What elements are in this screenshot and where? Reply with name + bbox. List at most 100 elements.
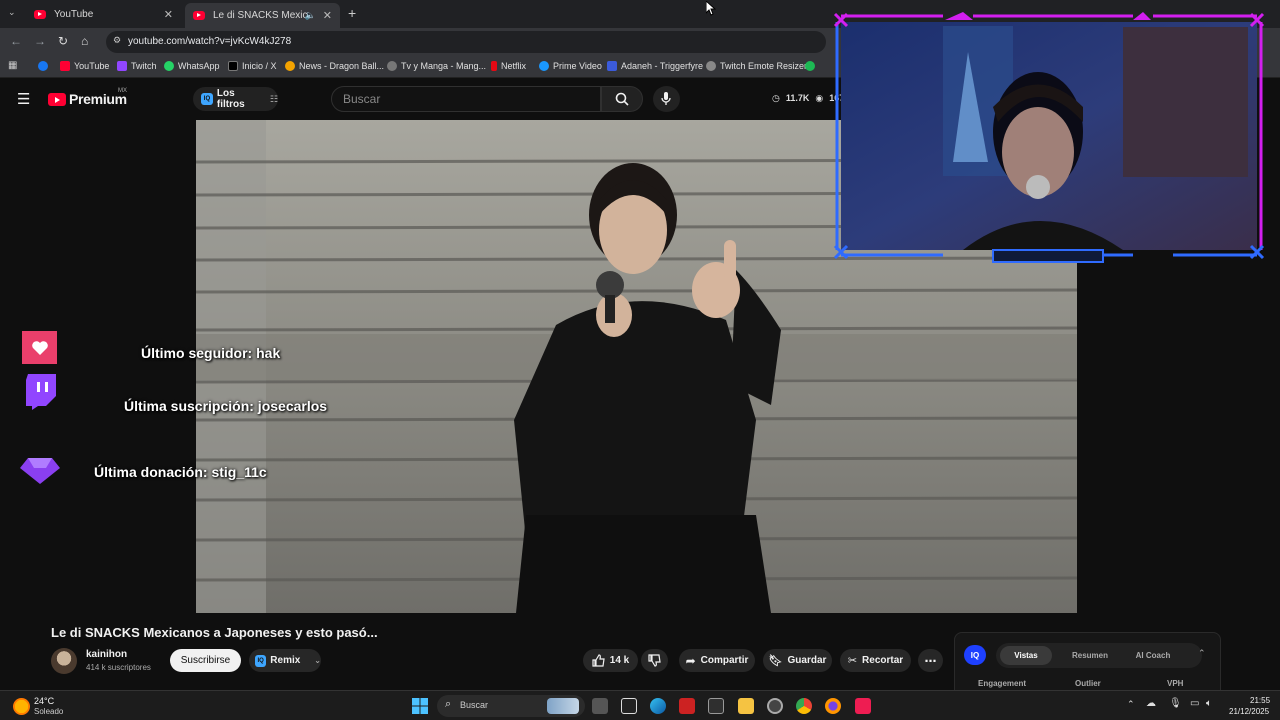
subscribe-button[interactable]: Suscribirse — [170, 649, 241, 672]
dragonball-icon — [285, 61, 295, 71]
last-donation-label: Última donación: stig_11c — [94, 464, 267, 480]
subscriber-count: 414 k suscriptores — [86, 663, 151, 672]
mouse-cursor-icon — [706, 1, 716, 16]
twitch-alert-icon — [24, 374, 58, 410]
bookmark-adaneh[interactable]: Adaneh - Triggerfyre — [607, 61, 703, 71]
bookmark-facebook[interactable] — [38, 61, 52, 71]
menu-icon[interactable]: ☰ — [17, 90, 30, 108]
bookmark-label: News - Dragon Ball... — [299, 61, 385, 71]
eye-icon: ◉ — [815, 93, 824, 103]
stat-value: 11.7K — [785, 93, 810, 103]
mic-tray-icon[interactable]: 🎙︎ — [1169, 698, 1182, 709]
volume-icon[interactable]: 🔈︎ — [1206, 698, 1212, 709]
clip-button[interactable]: ✂ Recortar — [840, 649, 911, 672]
edge-icon[interactable] — [650, 698, 666, 714]
chrome-icon[interactable] — [796, 698, 812, 714]
chevron-up-icon[interactable]: ⌃ — [1198, 648, 1206, 659]
speaker-icon[interactable]: 🔈 — [305, 10, 316, 21]
address-bar[interactable]: ⚙ youtube.com/watch?v=jvKcW4kJ278 — [106, 31, 826, 53]
search-placeholder: Buscar — [343, 92, 381, 106]
settings-icon[interactable] — [767, 698, 783, 714]
task-view-icon[interactable] — [592, 698, 608, 714]
search-button[interactable] — [601, 86, 643, 112]
bookmark-netflix[interactable]: Netflix — [491, 61, 526, 71]
bookmark-prime[interactable]: Prime Video — [539, 61, 602, 71]
save-button[interactable]: 🔖︎ Guardar — [763, 649, 832, 672]
tab-youtube[interactable]: YouTube ✕ — [26, 3, 181, 25]
site-info-icon[interactable]: ⚙ — [113, 35, 121, 46]
bookmark-dragonball[interactable]: News - Dragon Ball... — [285, 61, 384, 71]
channel-name[interactable]: kainihon — [86, 649, 127, 660]
close-icon[interactable]: ✕ — [323, 9, 332, 22]
spotify-icon — [805, 61, 815, 71]
netflix-icon — [491, 61, 497, 71]
share-button[interactable]: ➦ Compartir — [679, 649, 755, 672]
youtube-favicon-icon — [193, 11, 205, 20]
taskbar-search[interactable]: ⌕ Buscar — [437, 695, 585, 717]
clock-date[interactable]: 21/12/2025 — [1229, 707, 1269, 716]
tab-video[interactable]: Le di SNACKS Mexicanos a 🔈 ✕ — [185, 3, 340, 28]
heart-alert-icon — [22, 331, 57, 364]
scissors-icon: ✂ — [847, 655, 858, 667]
bookmark-label: Inicio / X — [242, 61, 277, 71]
bookmark-x[interactable]: Inicio / X — [228, 61, 277, 71]
dislike-button[interactable] — [641, 649, 668, 672]
bookmark-icon: 🔖︎ — [768, 655, 783, 667]
voice-search-button[interactable] — [653, 86, 680, 112]
new-tab-button[interactable]: + — [348, 5, 356, 21]
file-explorer-icon[interactable] — [738, 698, 754, 714]
tab-ai-coach[interactable]: AI Coach — [1125, 646, 1181, 665]
bookmark-emote-resizer[interactable]: Twitch Emote Resizer — [706, 61, 807, 71]
forward-icon[interactable]: → — [34, 34, 46, 48]
more-icon: ⋯ — [924, 653, 937, 668]
tab-label: Le di SNACKS Mexicanos a — [213, 10, 308, 21]
webcam-overlay — [833, 12, 1265, 264]
channel-avatar[interactable] — [51, 648, 77, 674]
filters-button[interactable]: IQ Los filtros ☷ — [193, 87, 278, 111]
bookmark-whatsapp[interactable]: WhatsApp — [164, 61, 220, 71]
clip-label: Recortar — [862, 655, 904, 666]
filters-label: Los filtros — [216, 88, 245, 110]
back-icon[interactable]: ← — [10, 34, 22, 48]
tab-vistas[interactable]: Vistas — [1000, 646, 1052, 665]
adaneh-icon — [607, 61, 617, 71]
windows-start-icon[interactable] — [412, 698, 428, 714]
like-button[interactable]: 14 k — [583, 649, 638, 672]
reload-icon[interactable]: ↻ — [58, 34, 68, 48]
prime-video-icon — [539, 61, 549, 71]
cloud-icon[interactable]: ☁ — [1146, 698, 1156, 709]
bookmark-manga[interactable]: Tv y Manga - Mang... — [387, 61, 486, 71]
weather-icon[interactable] — [13, 698, 30, 715]
remix-button[interactable]: IQ Remix ⌄ — [249, 649, 321, 672]
store-icon[interactable] — [708, 698, 724, 714]
app-icon-red[interactable] — [679, 698, 695, 714]
apps-grid-icon[interactable]: ▦ — [8, 60, 17, 71]
sliders-icon: ☷ — [269, 93, 278, 104]
app-icon[interactable] — [621, 698, 637, 714]
tab-list-chevron-icon[interactable]: ⌄ — [8, 7, 16, 18]
search-highlight-icon — [547, 698, 579, 714]
home-icon[interactable]: ⌂ — [81, 34, 88, 48]
tiktok-icon[interactable] — [855, 698, 871, 714]
share-icon: ➦ — [685, 653, 696, 668]
thumbs-down-icon — [648, 654, 661, 667]
temperature: 24°C — [34, 696, 55, 706]
url-text: youtube.com/watch?v=jvKcW4kJ278 — [128, 36, 292, 47]
clock-time[interactable]: 21:55 — [1250, 696, 1270, 705]
chevron-up-icon[interactable]: ⌃ — [1127, 699, 1135, 710]
tab-resumen[interactable]: Resumen — [1061, 646, 1119, 665]
firefox-icon[interactable] — [825, 698, 841, 714]
close-icon[interactable]: ✕ — [164, 8, 173, 21]
youtube-logo-icon[interactable] — [48, 93, 66, 106]
iq-icon: IQ — [201, 93, 213, 105]
taskbar-search-label: Buscar — [460, 700, 489, 710]
bookmark-twitch[interactable]: Twitch — [117, 61, 157, 71]
bookmark-spotify[interactable] — [805, 61, 819, 71]
outlier-label: Outlier — [1075, 679, 1101, 688]
like-count: 14 k — [609, 655, 630, 666]
search-input[interactable]: Buscar — [331, 86, 601, 112]
more-actions-button[interactable]: ⋯ — [918, 649, 943, 672]
bookmark-youtube[interactable]: YouTube — [60, 61, 109, 71]
windows-taskbar: 24°C Soleado ⌕ Buscar ⌃ ☁ 🎙︎ ▭ 🔈︎ 21:55 … — [0, 690, 1280, 720]
network-icon[interactable]: ▭ — [1190, 698, 1199, 709]
